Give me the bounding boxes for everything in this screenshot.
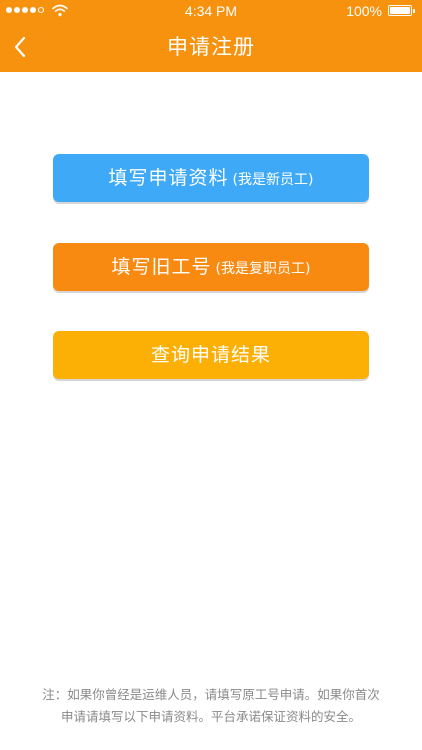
notice-line: 申请请填写以下申请资料。平台承诺保证资料的安全。: [60, 709, 361, 724]
notice-text: 注：如果你曾经是运维人员，请填写原工号申请。如果你首次 申请请填写以下申请资料。…: [12, 684, 410, 728]
button-label: 填写申请资料: [108, 167, 229, 189]
page-title: 申请注册: [167, 35, 255, 59]
old-employee-id-button[interactable]: 填写旧工号 (我是复职员工): [53, 243, 369, 291]
button-label: 查询申请结果: [150, 344, 271, 366]
header-bar: 4:34 PM 100% 申请注册: [0, 0, 422, 72]
battery-icon: [388, 5, 415, 16]
button-sub-label: (我是复职员工): [215, 261, 311, 277]
query-application-result-button[interactable]: 查询申请结果: [53, 331, 369, 379]
battery-percentage: 100%: [346, 3, 382, 19]
status-bar: 4:34 PM 100%: [0, 0, 422, 22]
button-sub-label: (我是新员工): [232, 172, 314, 188]
button-label: 填写旧工号: [111, 256, 212, 278]
new-employee-application-button[interactable]: 填写申请资料 (我是新员工): [53, 154, 369, 202]
notice-line: 注：如果你曾经是运维人员，请填写原工号申请。如果你首次: [42, 687, 380, 702]
